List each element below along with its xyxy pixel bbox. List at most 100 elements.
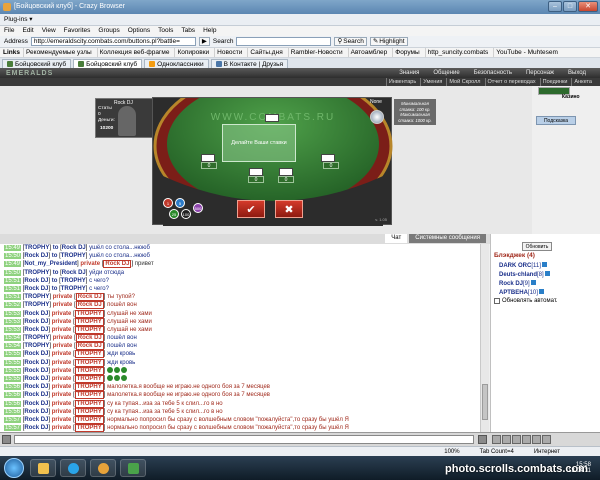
user-row[interactable]: Rock DJ[9] bbox=[499, 280, 536, 287]
menu-edit[interactable]: Edit bbox=[22, 26, 33, 36]
message-time[interactable]: 15:56 bbox=[4, 392, 22, 399]
message-time[interactable]: 15:54 bbox=[4, 335, 22, 342]
seat-bet-box-right[interactable]: 0 bbox=[323, 162, 339, 169]
chip-25[interactable]: 25 bbox=[169, 209, 179, 219]
message-author[interactable]: Rock DJ bbox=[24, 425, 48, 431]
message-target[interactable]: TROPHY bbox=[61, 253, 86, 259]
message-time[interactable]: 15:56 bbox=[4, 400, 22, 407]
refresh-button[interactable]: Обновить bbox=[522, 242, 552, 251]
message-time[interactable]: 15:50 bbox=[4, 253, 22, 260]
chat-scrollbar[interactable] bbox=[480, 244, 489, 432]
tab-odnoklassniki[interactable]: Одноклассники bbox=[144, 59, 209, 68]
message-target[interactable]: Rock DJ bbox=[75, 301, 104, 310]
message-author[interactable]: Rock DJ bbox=[24, 319, 48, 325]
message-target[interactable]: Rock DJ bbox=[75, 334, 104, 343]
message-time[interactable]: 15:50 bbox=[4, 269, 22, 276]
message-author[interactable]: Rock DJ bbox=[24, 409, 48, 415]
message-time[interactable]: 15:49 bbox=[4, 245, 22, 251]
menu-favorites[interactable]: Favorites bbox=[64, 26, 91, 36]
cancel-bet-button[interactable]: ✖ bbox=[275, 200, 303, 218]
seat-bet-box-center-right[interactable]: 0 bbox=[278, 176, 294, 183]
message-author[interactable]: TROPHY bbox=[24, 245, 49, 251]
zoom-level[interactable]: 100% bbox=[444, 447, 459, 456]
message-time[interactable]: 15:49 bbox=[4, 261, 22, 268]
auto-refresh-checkbox[interactable] bbox=[494, 298, 500, 304]
link-item[interactable]: Новости bbox=[214, 48, 244, 57]
message-author[interactable]: Rock DJ bbox=[24, 311, 48, 317]
smiley-icon[interactable] bbox=[2, 435, 11, 444]
message-target[interactable]: TROPHY bbox=[74, 407, 104, 416]
message-time[interactable]: 15:51 bbox=[4, 277, 22, 284]
nav-exit[interactable]: Выход bbox=[568, 70, 586, 76]
message-target[interactable]: Rock DJ bbox=[103, 260, 132, 269]
chat-control-button[interactable] bbox=[532, 435, 541, 444]
message-author[interactable]: Rock DJ bbox=[24, 278, 48, 284]
subnav-inventory[interactable]: Инвентарь bbox=[385, 78, 418, 86]
message-target[interactable]: TROPHY bbox=[74, 399, 104, 408]
info-icon[interactable] bbox=[544, 271, 550, 276]
chip-100[interactable]: 100 bbox=[181, 209, 191, 219]
link-item[interactable]: Рекомендуемые узлы bbox=[22, 48, 94, 57]
message-author[interactable]: TROPHY bbox=[24, 302, 49, 308]
user-row[interactable]: Deuts-chland[8] bbox=[499, 271, 550, 278]
message-time[interactable]: 15:56 bbox=[4, 384, 22, 391]
seat-bet-box-left[interactable]: 0 bbox=[201, 162, 217, 169]
message-time[interactable]: 15:54 bbox=[4, 343, 22, 350]
taskbar-app-browser[interactable] bbox=[90, 459, 116, 477]
search-input[interactable] bbox=[236, 37, 332, 46]
chat-control-button[interactable] bbox=[502, 435, 511, 444]
message-target[interactable]: TROPHY bbox=[74, 317, 104, 326]
info-icon[interactable] bbox=[538, 289, 544, 294]
message-author[interactable]: TROPHY bbox=[24, 343, 49, 349]
hint-button[interactable]: Подсказка bbox=[536, 116, 576, 125]
nav-communication[interactable]: Общение bbox=[433, 70, 459, 76]
message-target[interactable]: Rock DJ bbox=[75, 342, 104, 351]
message-target[interactable]: TROPHY bbox=[74, 415, 104, 424]
tab-vkontakte[interactable]: В Контакте | Друзья bbox=[210, 59, 289, 68]
message-time[interactable]: 15:55 bbox=[4, 367, 22, 374]
message-time[interactable]: 15:56 bbox=[4, 408, 22, 415]
tab-system-messages[interactable]: Системные сообщения bbox=[409, 234, 486, 243]
tab-fight-club-1[interactable]: Бойцовский клуб bbox=[2, 59, 72, 68]
chat-control-button[interactable] bbox=[492, 435, 501, 444]
message-author[interactable]: Not_my_President bbox=[24, 261, 77, 267]
menu-file[interactable]: File bbox=[4, 26, 14, 36]
message-target[interactable]: TROPHY bbox=[74, 424, 104, 432]
close-button[interactable]: ✕ bbox=[578, 1, 598, 12]
link-item[interactable]: Сайты.дня bbox=[247, 48, 284, 57]
menu-groups[interactable]: Groups bbox=[98, 26, 119, 36]
message-author[interactable]: TROPHY bbox=[24, 270, 49, 276]
chat-input[interactable] bbox=[14, 435, 474, 444]
menu-view[interactable]: View bbox=[42, 26, 56, 36]
message-target[interactable]: TROPHY bbox=[74, 391, 104, 400]
plugins-menu[interactable]: Plug-ins bbox=[4, 16, 27, 23]
link-item[interactable]: Rambler-Новости bbox=[287, 48, 345, 57]
info-icon[interactable] bbox=[541, 262, 547, 267]
message-target[interactable]: TROPHY bbox=[74, 350, 104, 359]
taskbar-app-skype[interactable] bbox=[60, 459, 86, 477]
message-time[interactable]: 15:55 bbox=[4, 359, 22, 366]
link-item[interactable]: Автоамблер bbox=[347, 48, 390, 57]
user-row[interactable]: DARK ORC[11] bbox=[499, 262, 547, 269]
message-author[interactable]: Rock DJ bbox=[24, 392, 48, 398]
message-author[interactable]: Rock DJ bbox=[24, 384, 48, 390]
message-author[interactable]: Rock DJ bbox=[24, 253, 48, 259]
taskbar-app-explorer[interactable] bbox=[30, 459, 56, 477]
message-time[interactable]: 15:55 bbox=[4, 351, 22, 358]
message-author[interactable]: Rock DJ bbox=[24, 376, 48, 382]
message-author[interactable]: TROPHY bbox=[24, 335, 49, 341]
highlight-button[interactable]: ✎ Highlight bbox=[369, 37, 408, 46]
message-author[interactable]: Rock DJ bbox=[24, 360, 48, 366]
maximize-button[interactable]: □ bbox=[563, 1, 577, 12]
menu-options[interactable]: Options bbox=[128, 26, 150, 36]
message-author[interactable]: Rock DJ bbox=[24, 401, 48, 407]
subnav-fights[interactable]: Поединки bbox=[539, 78, 570, 86]
message-target[interactable]: Rock DJ bbox=[62, 245, 86, 251]
subnav-transfers[interactable]: Отчет о переводах bbox=[484, 78, 538, 86]
chat-control-button[interactable] bbox=[542, 435, 551, 444]
info-icon[interactable] bbox=[530, 280, 536, 285]
search-button[interactable]: ⚲ Search bbox=[334, 37, 367, 46]
nav-security[interactable]: Безопасность bbox=[474, 70, 512, 76]
message-time[interactable]: 15:53 bbox=[4, 318, 22, 325]
message-time[interactable]: 15:55 bbox=[4, 376, 22, 382]
